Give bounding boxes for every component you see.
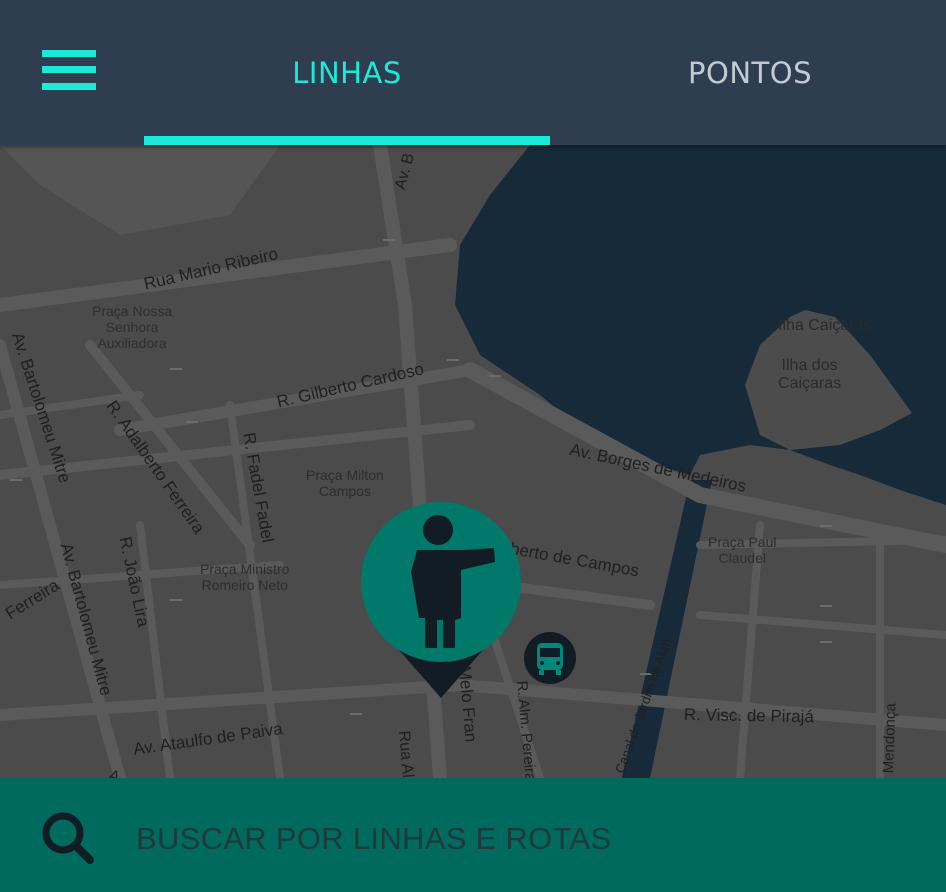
place-label: Praça Milton Campos xyxy=(306,467,384,499)
person-pointing-icon xyxy=(361,502,521,698)
bus-stop-marker[interactable] xyxy=(524,632,576,684)
place-label: Praça Ministro Romeiro Neto xyxy=(200,561,290,593)
street-label: Mendonça xyxy=(880,702,900,774)
place-label: Praça Nossa Senhora Auxiliadora xyxy=(92,303,173,351)
tab-pontos-label: PONTOS xyxy=(688,55,812,90)
street-label: R. Visc. de Pirajá xyxy=(683,705,815,727)
bus-icon xyxy=(524,632,576,684)
tab-pontos[interactable]: PONTOS xyxy=(550,0,946,145)
tab-linhas-label: LINHAS xyxy=(292,55,402,90)
app-header: LINHAS PONTOS xyxy=(0,0,946,145)
tab-linhas[interactable]: LINHAS xyxy=(144,0,550,145)
search-icon[interactable] xyxy=(40,810,96,866)
hamburger-menu-icon[interactable] xyxy=(42,50,96,90)
map-view[interactable]: Rua Mario Ribeiro R. Gilberto Cardoso Av… xyxy=(0,145,946,778)
user-location-marker[interactable] xyxy=(359,500,523,700)
search-input[interactable] xyxy=(134,812,898,866)
island-label: Ilha dos Caiçaras xyxy=(778,357,842,392)
active-tab-indicator xyxy=(144,136,550,145)
place-label: Praça Paul Claudel xyxy=(708,534,777,566)
island-label: Ilha Caiçaras xyxy=(778,317,872,334)
